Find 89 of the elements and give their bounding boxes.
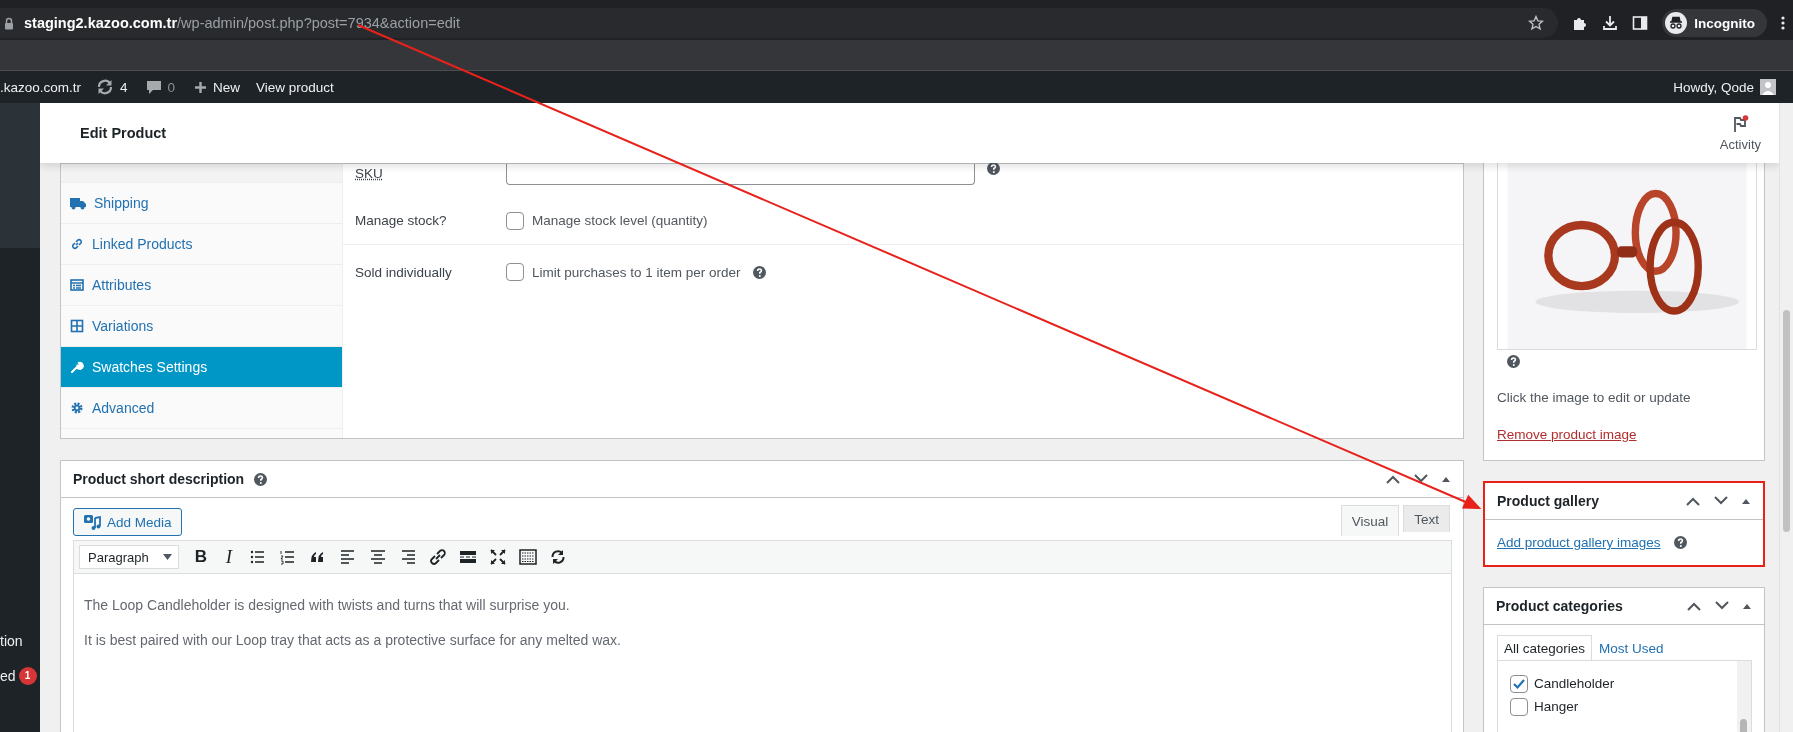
tab[interactable]: Shipping <box>61 183 342 224</box>
more-icon[interactable] <box>1781 15 1785 31</box>
category-tab[interactable]: All categories <box>1497 635 1593 660</box>
keyboard-icon[interactable] <box>519 548 537 566</box>
updates-link[interactable]: 4 <box>96 78 128 96</box>
scrollbar-thumb[interactable] <box>1783 310 1790 532</box>
download-icon[interactable] <box>1602 15 1619 31</box>
count-badge: 1 <box>18 666 37 685</box>
tab[interactable]: Linked Products <box>61 224 342 265</box>
incognito-icon <box>1665 12 1688 34</box>
chevron-up-icon[interactable] <box>1385 474 1401 484</box>
chevron-down-icon[interactable] <box>1714 601 1730 611</box>
box-title: Product short description <box>73 471 245 487</box>
bullet-list-icon[interactable] <box>249 548 267 566</box>
refresh-icon[interactable] <box>549 548 567 566</box>
chevron-down-icon[interactable] <box>1713 496 1729 506</box>
numbered-list-icon[interactable] <box>279 548 297 566</box>
checkbox[interactable] <box>1510 697 1528 716</box>
chevron-up-icon[interactable] <box>1685 496 1701 506</box>
triangle-up-icon[interactable] <box>1441 475 1451 483</box>
link-icon[interactable] <box>429 548 447 566</box>
media-icon <box>83 513 101 531</box>
field-label: SKU <box>355 166 383 181</box>
comment-icon <box>145 79 162 95</box>
checkbox[interactable] <box>506 211 524 230</box>
read-more-icon[interactable] <box>459 548 477 566</box>
box-title: Product categories <box>1496 598 1624 614</box>
field-label: Manage stock? <box>355 213 448 228</box>
remove-image-link[interactable]: Remove product image <box>1497 427 1637 442</box>
editor-area[interactable]: The Loop Candleholder is designed with twists and turns that will surprise you. It is best paired with our Loop tray that acts as a protective surface for any melted wax. <box>73 574 1452 732</box>
fullscreen-icon[interactable] <box>489 548 507 566</box>
checkbox[interactable] <box>506 263 524 281</box>
address-bar[interactable]: staging2.kazoo.com.tr/wp-admin/post.php?post=7934&action=edit <box>0 8 1559 38</box>
align-left-icon[interactable] <box>339 548 357 566</box>
editor-tab[interactable]: Text <box>1403 505 1450 532</box>
table-icon <box>70 278 84 292</box>
editor-tab[interactable]: Visual <box>1340 505 1400 536</box>
align-right-icon[interactable] <box>399 548 417 566</box>
page-title: Edit Product <box>80 125 167 141</box>
triangle-up-icon[interactable] <box>1741 497 1751 505</box>
new-link[interactable]: New <box>194 79 241 95</box>
comments-link[interactable]: 0 <box>145 79 176 95</box>
profile-button[interactable]: Incognito <box>1662 9 1767 37</box>
side-panel-icon[interactable] <box>1632 15 1649 31</box>
grid-icon <box>70 319 84 333</box>
italic-button[interactable]: I <box>221 546 237 568</box>
field-label: Sold individually <box>355 264 453 280</box>
help-icon <box>1507 355 1520 368</box>
hint-text: Click the image to edit or update <box>1497 390 1692 405</box>
flag-icon <box>1731 114 1750 133</box>
paragraph: It is best paired with our Loop tray that acts as a protective surface for any melted wax. <box>84 632 622 648</box>
category-tab[interactable]: Most Used <box>1592 635 1671 660</box>
plus-icon <box>194 80 208 94</box>
gear-icon <box>70 401 84 415</box>
add-gallery-link[interactable]: Add product gallery images <box>1497 535 1661 550</box>
caret-icon <box>163 554 172 560</box>
star-icon[interactable] <box>1528 15 1545 31</box>
paragraph: The Loop Candleholder is designed with twists and turns that will surprise you. <box>84 597 571 613</box>
checkbox-label: Limit purchases to 1 item per order <box>532 264 741 280</box>
add-media-button[interactable]: Add Media <box>73 508 182 536</box>
refresh-icon <box>96 78 115 96</box>
link-icon <box>70 237 84 251</box>
menu-item[interactable]: ed <box>0 667 16 684</box>
avatar-icon <box>1760 79 1776 95</box>
box-title: Product gallery <box>1497 493 1600 509</box>
align-center-icon[interactable] <box>369 548 387 566</box>
help-icon <box>1673 536 1687 549</box>
account-link[interactable]: Howdy, Qode <box>1673 79 1776 95</box>
triangle-up-icon[interactable] <box>1742 602 1752 610</box>
tab[interactable]: Attributes <box>61 265 342 306</box>
category-label: Hanger <box>1534 699 1579 714</box>
checkbox-label: Manage stock level (quantity) <box>532 213 708 228</box>
truck-icon <box>70 196 86 210</box>
menu-item[interactable]: tion <box>0 632 23 649</box>
wrench-icon <box>70 360 84 374</box>
activity-button[interactable]: Activity <box>1719 114 1761 152</box>
checkbox[interactable] <box>1510 674 1528 693</box>
category-label: Candleholder <box>1534 676 1615 691</box>
tab[interactable]: Advanced <box>61 388 342 429</box>
format-dropdown[interactable]: Paragraph <box>79 545 179 569</box>
site-link[interactable]: .kazoo.com.tr <box>0 79 82 95</box>
help-icon <box>254 472 268 486</box>
bold-button[interactable]: B <box>193 547 209 567</box>
url-text: staging2.kazoo.com.tr/wp-admin/post.php?post=7934&action=edit <box>24 15 462 31</box>
chevron-down-icon[interactable] <box>1413 474 1429 484</box>
chevron-up-icon[interactable] <box>1686 601 1702 611</box>
view-product-link[interactable]: View product <box>256 79 334 95</box>
lock-icon <box>4 16 14 30</box>
puzzle-icon[interactable] <box>1572 15 1589 31</box>
